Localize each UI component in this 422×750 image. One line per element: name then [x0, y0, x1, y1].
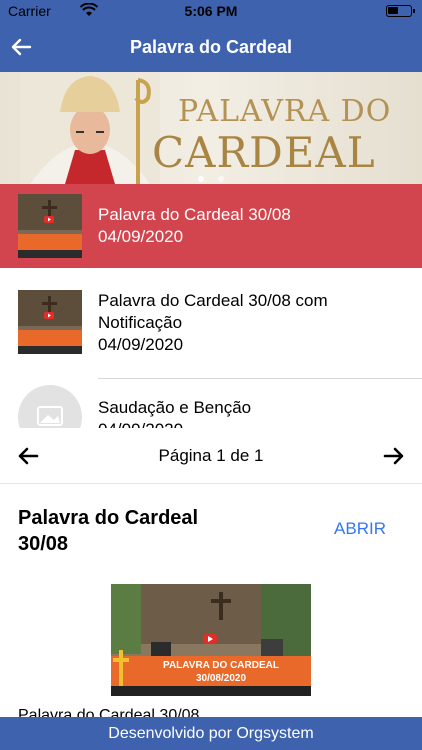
- next-page-arrow-icon[interactable]: [382, 444, 406, 468]
- list-item[interactable]: Palavra do Cardeal 30/08 04/09/2020: [0, 184, 422, 268]
- detail-title-line2: 30/08: [18, 533, 69, 555]
- list-item-date: 04/09/2020: [98, 227, 184, 246]
- video-thumbnail: [18, 194, 82, 258]
- battery-icon: [386, 5, 415, 17]
- list-item-title-line2: Notificação: [98, 313, 183, 332]
- banner-image: PALAVRA DO CARDEAL: [0, 72, 422, 184]
- detail-title: Palavra do Cardeal 30/08: [18, 505, 238, 557]
- pagination: Página 1 de 1: [0, 428, 422, 484]
- page-indicator: Página 1 de 1: [158, 446, 264, 465]
- detail-panel: Palavra do Cardeal 30/08 ABRIR PALAVRA D…: [0, 485, 422, 717]
- banner-title-line1: PALAVRA DO: [178, 94, 392, 129]
- list-item-date: 04/09/2020: [98, 335, 184, 354]
- list-item[interactable]: Saudação e Benção 04/09/2020: [0, 377, 422, 428]
- detail-caption: Palavra do Cardeal 30/08: [18, 707, 200, 717]
- video-banner-line2: 30/08/2020: [196, 673, 246, 684]
- video-thumbnail: [18, 290, 82, 354]
- clock: 5:06 PM: [184, 3, 238, 19]
- list-item-date: 04/09/2020: [98, 419, 251, 428]
- placeholder-image-icon: [18, 385, 82, 428]
- content-list: Palavra do Cardeal 30/08 04/09/2020 Pala…: [0, 184, 422, 428]
- video-banner-line1: PALAVRA DO CARDEAL: [163, 660, 279, 671]
- video-frame: PALAVRA DO CARDEAL 30/08/2020: [111, 584, 311, 696]
- list-item-title: Palavra do Cardeal 30/08: [98, 205, 291, 224]
- banner-title-line2: CARDEAL: [152, 128, 376, 177]
- page-indicator-dot: [218, 176, 224, 182]
- list-item-title: Saudação e Benção: [98, 398, 252, 417]
- footer: Desenvolvido por Orgsystem: [0, 717, 422, 750]
- cardinal-portrait: [20, 72, 160, 184]
- list-item-text: Palavra do Cardeal 30/08 04/09/2020: [98, 204, 291, 248]
- status-bar: Carrier 5:06 PM: [0, 0, 422, 22]
- detail-title-line1: Palavra do Cardeal: [18, 507, 199, 529]
- page-indicator-dot: [198, 176, 204, 182]
- video-player[interactable]: PALAVRA DO CARDEAL 30/08/2020: [111, 584, 311, 696]
- list-item-title-line1: Palavra do Cardeal 30/08 com: [98, 291, 328, 310]
- page-title: Palavra do Cardeal: [129, 37, 293, 57]
- navigation-bar: Palavra do Cardeal: [0, 22, 422, 72]
- list-item-text: Saudação e Benção 04/09/2020: [98, 397, 251, 428]
- list-item-text: Palavra do Cardeal 30/08 com Notificação…: [98, 290, 328, 356]
- open-button[interactable]: ABRIR: [334, 519, 386, 539]
